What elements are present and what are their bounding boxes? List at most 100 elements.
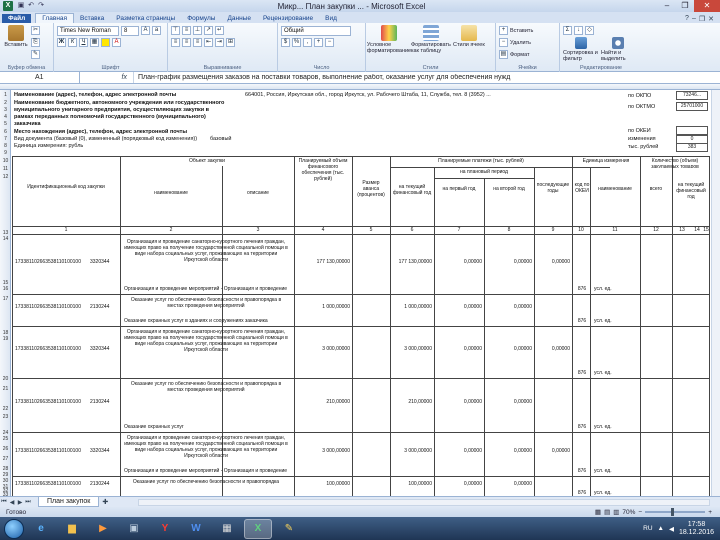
cell-second-year[interactable]: 0,00000	[486, 346, 532, 354]
cell-subsequent[interactable]: 0,00000	[536, 259, 570, 267]
ie-icon[interactable]: e	[27, 519, 55, 539]
row-number[interactable]: 6	[0, 129, 11, 135]
cell-current-year[interactable]: 1 000,00000	[392, 304, 432, 312]
cell-ikz[interactable]: 173381102663538110100100	[15, 448, 85, 456]
vertical-scrollbar[interactable]	[711, 90, 720, 496]
decrease-indent-icon[interactable]: ⇤	[204, 38, 213, 47]
cell-current-year[interactable]: 3 000,00000	[392, 448, 432, 456]
first-sheet-icon[interactable]: ⏮	[0, 499, 8, 506]
cell-code[interactable]: 3320344	[90, 448, 120, 456]
zoom-in-icon[interactable]: +	[708, 509, 712, 516]
row-number[interactable]: 3	[0, 107, 11, 113]
row-number[interactable]: 26	[0, 446, 11, 452]
cell-subsequent[interactable]	[536, 399, 570, 407]
tab-file[interactable]: Файл	[2, 14, 32, 23]
cell-subsequent[interactable]: 0,00000	[536, 346, 570, 354]
row-number[interactable]: 4	[0, 114, 11, 120]
ribbon-minimize-icon[interactable]: –	[692, 15, 696, 23]
page-layout-icon[interactable]: ▤	[604, 508, 610, 516]
cell-footer[interactable]: Организация и проведение мероприятий - О…	[124, 286, 344, 293]
font-color-icon[interactable]: A	[112, 38, 121, 47]
row-number[interactable]: 22	[0, 406, 11, 412]
cell-ikz[interactable]: 173381102663538110100100	[15, 346, 85, 354]
cell-amount[interactable]: 177 130,00000	[296, 259, 350, 267]
cell-ikz[interactable]: 173381102663538110100100	[15, 259, 85, 267]
cell-styles-button[interactable]: Стили ячеек	[453, 25, 485, 48]
row-number[interactable]: 10	[0, 158, 11, 164]
page-break-icon[interactable]: ▥	[613, 508, 619, 516]
name-box[interactable]: A1	[0, 72, 80, 83]
cell-description[interactable]: Оказание услуг по обеспечению безопаснос…	[124, 381, 288, 423]
row-number[interactable]: 21	[0, 386, 11, 392]
cell-second-year[interactable]: 0,00000	[486, 259, 532, 267]
fill-color-icon[interactable]	[101, 38, 110, 47]
autosum-icon[interactable]: Σ	[563, 26, 572, 35]
tab-insert[interactable]: Вставка	[74, 14, 110, 23]
row-number[interactable]: 8	[0, 143, 11, 149]
format-painter-icon[interactable]: ✎	[30, 50, 40, 59]
comma-icon[interactable]: ,	[303, 38, 312, 47]
cell-subsequent[interactable]	[536, 481, 570, 489]
row-number[interactable]: 1	[0, 92, 11, 98]
align-left-icon[interactable]: ≡	[171, 38, 180, 47]
find-select-button[interactable]: Найти и выделить	[601, 37, 635, 62]
align-right-icon[interactable]: ≡	[193, 38, 202, 47]
row-number[interactable]: 23	[0, 414, 11, 420]
cell-first-year[interactable]: 0,00000	[436, 448, 482, 456]
paint-icon[interactable]: ✎	[275, 519, 303, 539]
tab-data[interactable]: Данные	[221, 14, 256, 23]
cell-first-year[interactable]: 0,00000	[436, 346, 482, 354]
orientation-icon[interactable]: ↗	[204, 26, 213, 35]
cut-icon[interactable]: ✂	[30, 26, 40, 35]
borders-icon[interactable]: ▦	[90, 38, 99, 47]
cell-unit[interactable]: усл. ед.	[594, 424, 638, 431]
cell-footer[interactable]: Организация и проведение мероприятий - О…	[124, 468, 344, 475]
align-center-icon[interactable]: ≡	[182, 38, 191, 47]
italic-icon[interactable]: К	[68, 38, 77, 47]
grow-font-icon[interactable]: A	[141, 26, 150, 35]
row-number[interactable]: 25	[0, 436, 11, 442]
minimize-button[interactable]: –	[658, 0, 676, 12]
zoom-level[interactable]: 70%	[622, 509, 635, 516]
cell-second-year[interactable]: 0,00000	[486, 448, 532, 456]
row-number[interactable]: 11	[0, 166, 11, 172]
row-number[interactable]: 7	[0, 136, 11, 142]
copy-icon[interactable]: ⎘	[30, 38, 40, 47]
cell-code[interactable]: 2130244	[90, 481, 120, 489]
cell-ikz[interactable]: 173381102663538110100100	[15, 399, 85, 407]
fill-icon[interactable]: ↓	[574, 26, 583, 35]
cell-description[interactable]: Оказание услуг по обеспечению безопаснос…	[124, 479, 288, 489]
add-sheet-icon[interactable]: ✚	[102, 498, 108, 506]
language-indicator[interactable]: RU	[643, 525, 652, 532]
cell-unit[interactable]: усл. ед.	[594, 370, 638, 377]
cell-second-year[interactable]: 0,00000	[486, 481, 532, 489]
row-number[interactable]: 14	[0, 236, 11, 242]
zoom-slider[interactable]	[645, 508, 706, 516]
align-top-icon[interactable]: ⊤	[171, 26, 180, 35]
cell-footer[interactable]: Оказание охранных услуг	[124, 424, 344, 431]
cell-okei[interactable]: 876	[574, 370, 590, 377]
clock[interactable]: 17:58 18.12.2016	[679, 521, 714, 537]
row-number[interactable]: 12	[0, 174, 11, 180]
decrease-decimal-icon[interactable]: −	[325, 38, 334, 47]
cell-amount[interactable]: 3 000,00000	[296, 346, 350, 354]
wrap-text-icon[interactable]: ↵	[215, 26, 224, 35]
normal-view-icon[interactable]: ▦	[595, 508, 601, 516]
next-sheet-icon[interactable]: ▶	[16, 499, 24, 506]
row-number[interactable]: 5	[0, 121, 11, 127]
cell-first-year[interactable]: 0,00000	[436, 399, 482, 407]
app-icon-1[interactable]: ▣	[120, 519, 148, 539]
insert-cells-button[interactable]: Вставить	[510, 28, 533, 34]
align-bottom-icon[interactable]: ⊥	[193, 26, 202, 35]
row-headers[interactable]: 1 2 3 4 5 6 7 8 9 10 11 12 13 14 15 16 17 18 19 20 21 22 23 24 2…	[0, 90, 11, 496]
excel-taskbar-icon[interactable]: X	[244, 518, 272, 539]
cell-code[interactable]: 3320344	[90, 259, 120, 267]
cell-subsequent[interactable]: 0,00000	[536, 448, 570, 456]
cell-subsequent[interactable]	[536, 304, 570, 312]
cell-ikz[interactable]: 173381102663538110100100	[15, 481, 85, 489]
cell-unit[interactable]: усл. ед.	[594, 468, 638, 475]
merge-cells-icon[interactable]: ⊞	[226, 38, 235, 47]
network-icon[interactable]: ▲	[658, 525, 664, 532]
close-button[interactable]: ✕	[694, 0, 720, 12]
shrink-font-icon[interactable]: a	[152, 26, 161, 35]
